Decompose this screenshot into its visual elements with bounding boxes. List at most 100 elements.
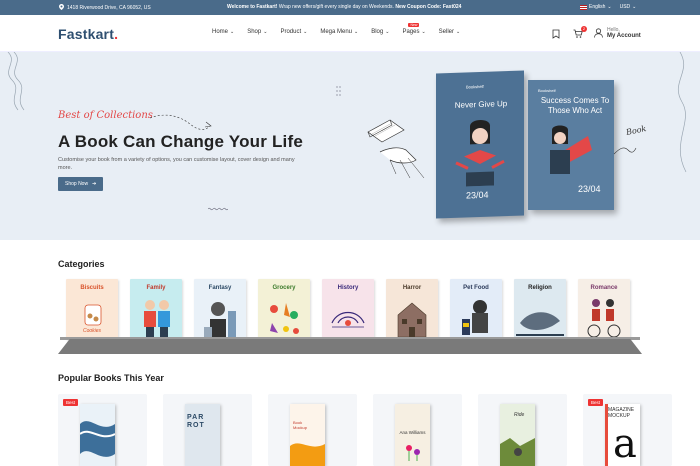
chevron-down-icon: ⌄ xyxy=(456,29,461,35)
category-family[interactable]: Family xyxy=(130,279,182,340)
product-card[interactable]: Ana Williams xyxy=(373,394,462,466)
main-nav: Home ⌄ Shop ⌄ Product ⌄ Mega Menu ⌄ Blog ⌄ Ne… xyxy=(212,23,473,35)
cookie-jar-icon xyxy=(84,304,102,326)
us-flag-icon xyxy=(580,4,587,10)
category-history[interactable]: History xyxy=(322,279,374,340)
category-religion[interactable]: Religion xyxy=(514,279,566,340)
promo-welcome: Welcome to Fastkart! xyxy=(227,4,278,10)
category-sub-label: Cookies xyxy=(82,328,102,334)
book-cover-title: PAR ROT xyxy=(187,414,205,429)
book-cover-letter: a xyxy=(613,421,637,466)
cart-count-badge: 2 xyxy=(581,25,587,32)
promo-banner: Welcome to Fastkart! Wrap new offers/gif… xyxy=(227,4,461,10)
book-cover: Book Mockup xyxy=(290,404,325,466)
category-label: History xyxy=(337,285,359,291)
nav-item-product[interactable]: Product ⌄ xyxy=(280,29,307,35)
logo-text: Fastkart xyxy=(58,26,115,42)
book-cover-title: Book Mockup xyxy=(293,420,308,430)
nav-item-blog[interactable]: Blog ⌄ xyxy=(371,29,389,35)
locale-selectors: English ⌄ USD ⌄ xyxy=(580,4,636,10)
category-harror[interactable]: Harror xyxy=(386,279,438,340)
nav-item-home[interactable]: Home ⌄ xyxy=(212,29,234,35)
best-badge: Best xyxy=(588,399,604,406)
hero-book-right: Bookshelf Success Comes To Those Who Act… xyxy=(528,80,614,210)
category-grocery[interactable]: Grocery xyxy=(258,279,310,340)
book-cover: Ana Williams xyxy=(395,404,430,466)
chevron-down-icon: ⌄ xyxy=(354,29,359,35)
language-label: English xyxy=(589,4,606,10)
dots-decoration xyxy=(336,86,341,96)
category-label: Grocery xyxy=(272,285,296,291)
nav-label: Mega Menu xyxy=(320,29,353,35)
user-icon xyxy=(594,27,603,40)
best-badge: Best xyxy=(63,399,79,406)
main-header: Fastkart. Home ⌄ Shop ⌄ Product ⌄ Mega Menu… xyxy=(0,15,700,52)
product-card[interactable]: PAR ROT xyxy=(163,394,252,466)
nav-label: Blog xyxy=(371,29,384,35)
hero-book-left: Bookshelf Never Give Up 23/04 xyxy=(436,70,524,219)
hero-script-title: Best of Collections xyxy=(58,110,153,121)
cart-icon[interactable]: 2 xyxy=(573,25,587,39)
new-badge: New xyxy=(408,23,420,27)
book-cover: MAGAZINE MOCKUP a xyxy=(605,404,640,466)
arrow-right-icon: ➔ xyxy=(92,181,97,187)
category-label: Fantasy xyxy=(208,285,232,291)
nav-label: Pages xyxy=(402,29,420,35)
category-label: Pet Food xyxy=(463,285,489,291)
nav-item-pages[interactable]: New Pages ⌄ xyxy=(402,23,426,35)
haunted-house-illustration xyxy=(397,302,427,338)
hero-banner: Best of Collections A Book Can Change Yo… xyxy=(0,52,700,240)
category-label: Religion xyxy=(528,285,552,291)
book-cover: PAR ROT xyxy=(185,404,220,466)
account-menu[interactable]: Hello, My Account xyxy=(594,27,641,40)
categories-title: Categories xyxy=(58,259,105,269)
book-cover xyxy=(80,404,115,466)
wave-decoration xyxy=(208,207,228,211)
girl-with-flag-illustration xyxy=(550,125,592,174)
chevron-down-icon: ⌄ xyxy=(385,29,390,35)
product-card[interactable]: Ride xyxy=(478,394,567,466)
category-shelf xyxy=(58,339,642,354)
book-publisher: Bookshelf xyxy=(466,83,484,90)
shop-now-button[interactable]: Shop Now ➔ xyxy=(58,177,104,191)
product-card[interactable]: Best MAGAZINE MOCKUP a xyxy=(583,394,672,466)
book-cover-title: MAGAZINE MOCKUP xyxy=(608,407,635,419)
bookmark-icon[interactable] xyxy=(552,29,562,39)
popular-books-title: Popular Books This Year xyxy=(58,373,164,383)
product-card[interactable]: Best xyxy=(58,394,147,466)
category-biscuits[interactable]: Biscuits Cookies xyxy=(66,279,118,340)
site-logo[interactable]: Fastkart. xyxy=(58,26,118,42)
nav-item-shop[interactable]: Shop ⌄ xyxy=(247,29,267,35)
whale-illustration xyxy=(516,312,564,336)
popular-books-list: Best PAR ROT Book Mockup Ana Williams Ri… xyxy=(58,394,672,466)
address-text: 1418 Riverwood Drive, CA 96052, US xyxy=(67,5,151,11)
dog-illustration xyxy=(462,300,488,335)
book-date: 23/04 xyxy=(578,184,601,194)
category-label: Harror xyxy=(402,285,422,291)
nav-item-seller[interactable]: Seller ⌄ xyxy=(439,29,461,35)
category-label: Family xyxy=(146,285,166,291)
currency-selector[interactable]: USD ⌄ xyxy=(620,4,637,10)
location-pin-icon xyxy=(59,4,64,12)
hand-holding-book-illustration xyxy=(367,119,425,179)
promo-text: Wrap new offers/gift every single day on… xyxy=(278,4,394,10)
couple-bicycle-illustration xyxy=(587,299,621,338)
category-fantasy[interactable]: Fantasy xyxy=(194,279,246,340)
book-title: Success Comes To Those Who Act xyxy=(540,96,610,116)
squiggle-decoration xyxy=(7,52,25,111)
girl-reading-illustration xyxy=(455,120,505,187)
nav-label: Shop xyxy=(247,29,262,35)
fantasy-illustration xyxy=(204,302,236,337)
book-cover: Ride xyxy=(500,404,535,466)
product-card[interactable]: Book Mockup xyxy=(268,394,357,466)
chevron-down-icon: ⌄ xyxy=(607,4,612,10)
chevron-down-icon: ⌄ xyxy=(230,29,235,35)
chevron-down-icon: ⌄ xyxy=(632,4,637,10)
language-selector[interactable]: English ⌄ xyxy=(580,4,612,10)
category-romance[interactable]: Romance xyxy=(578,279,630,340)
category-pet-food[interactable]: Pet Food xyxy=(450,279,502,340)
currency-label: USD xyxy=(619,4,631,10)
book-spine-accent xyxy=(605,404,608,466)
chevron-down-icon: ⌄ xyxy=(303,29,308,35)
nav-item-mega-menu[interactable]: Mega Menu ⌄ xyxy=(320,29,358,35)
